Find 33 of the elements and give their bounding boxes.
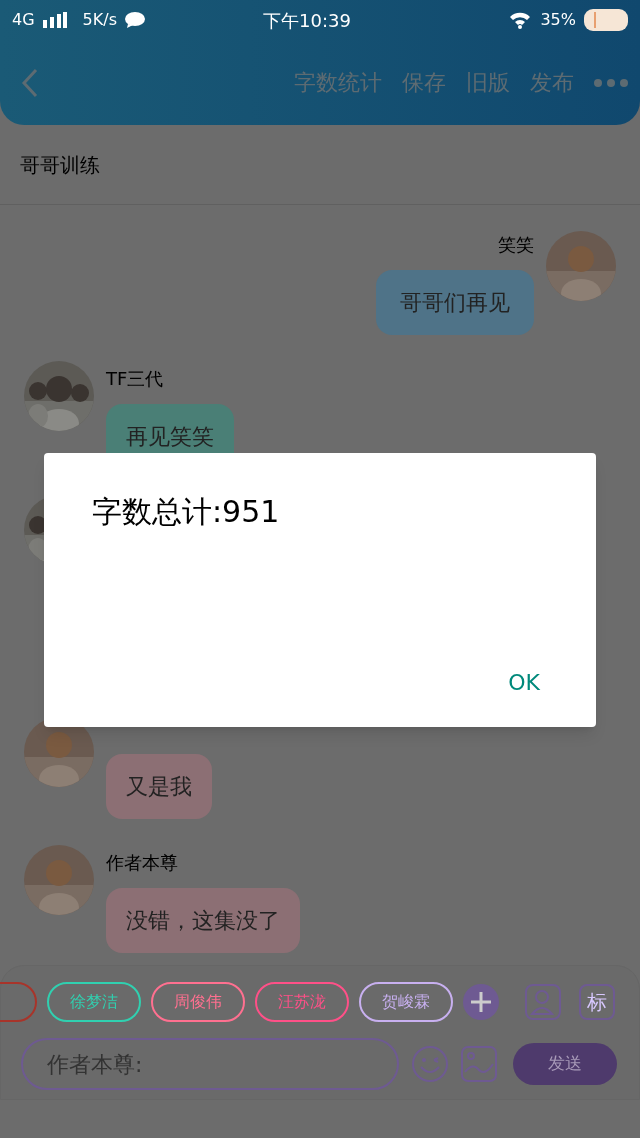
sender-name: 作者本尊 (106, 851, 178, 875)
clock: 下午10:39 (263, 8, 351, 33)
header-action[interactable]: 旧版 (466, 66, 510, 99)
message-icon (125, 12, 145, 28)
tag-chip[interactable]: 汪苏泷 (255, 982, 349, 1022)
tag-chip[interactable]: 贺峻霖 (359, 982, 453, 1022)
ok-button[interactable]: OK (500, 658, 548, 707)
battery-label: 35% (540, 9, 576, 31)
dialog-message: 字数总计:951 (92, 493, 281, 531)
tag-chip[interactable]: 徐梦洁 (47, 982, 141, 1022)
message-bubble: 哥哥们再见 (376, 270, 534, 335)
network-label: 4G (12, 9, 35, 31)
header-action[interactable]: 字数统计 (294, 66, 382, 99)
battery-icon (584, 9, 628, 31)
sender-name: 笑笑 (498, 233, 534, 257)
more-icon[interactable] (594, 78, 628, 87)
image-icon[interactable] (461, 1046, 497, 1082)
back-icon[interactable] (20, 67, 40, 98)
chat-title: 哥哥训练 (20, 151, 100, 179)
add-icon[interactable] (463, 984, 499, 1020)
message-bubble: 又是我 (106, 754, 212, 819)
message-bubble: 没错，这集没了 (106, 888, 300, 953)
header-action[interactable]: 保存 (402, 66, 446, 99)
wifi-icon (508, 11, 533, 29)
tag-button[interactable]: 标 (579, 984, 615, 1020)
person-icon[interactable] (525, 984, 561, 1020)
speed-label: 5K/s (82, 9, 117, 31)
emoji-icon[interactable] (411, 1045, 449, 1083)
send-button[interactable]: 发送 (513, 1043, 617, 1085)
tag-chip[interactable]: 周俊伟 (151, 982, 245, 1022)
sender-name: TF三代 (106, 367, 164, 391)
header-action[interactable]: 发布 (530, 66, 574, 99)
signal-icon (42, 12, 67, 28)
